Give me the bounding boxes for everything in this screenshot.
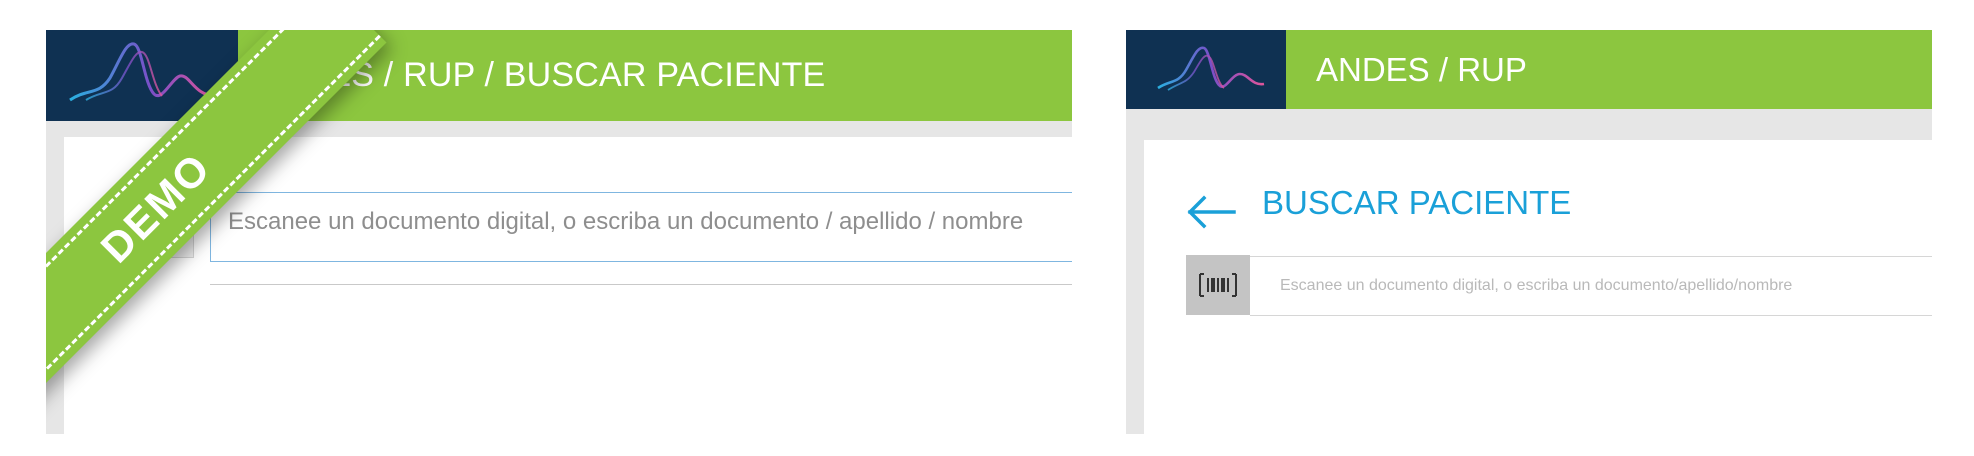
scan-button[interactable] <box>1186 255 1250 315</box>
andes-logo[interactable] <box>1126 30 1286 109</box>
andes-wave-logo-icon <box>1157 46 1265 91</box>
back-arrow-icon <box>1187 195 1236 229</box>
demo-screen-panel: ANDES / RUP / BUSCAR PACIENTE Escanee un… <box>46 30 1072 434</box>
page-title: BUSCAR PACIENTE <box>1262 184 1572 221</box>
app-header: ANDES / RUP <box>1126 30 1932 109</box>
divider <box>210 284 1072 285</box>
search-placeholder: Escanee un documento digital, o escriba … <box>1280 277 1793 294</box>
header-title: ANDES / RUP <box>1316 51 1527 88</box>
back-button[interactable] <box>1186 195 1236 234</box>
search-placeholder: Escanee un documento digital, o escriba … <box>228 208 1024 235</box>
barcode-scan-icon <box>1199 273 1237 297</box>
redesigned-screen-panel: ANDES / RUP BUSCAR PACIENTE Escanee un d… <box>1126 30 1932 434</box>
